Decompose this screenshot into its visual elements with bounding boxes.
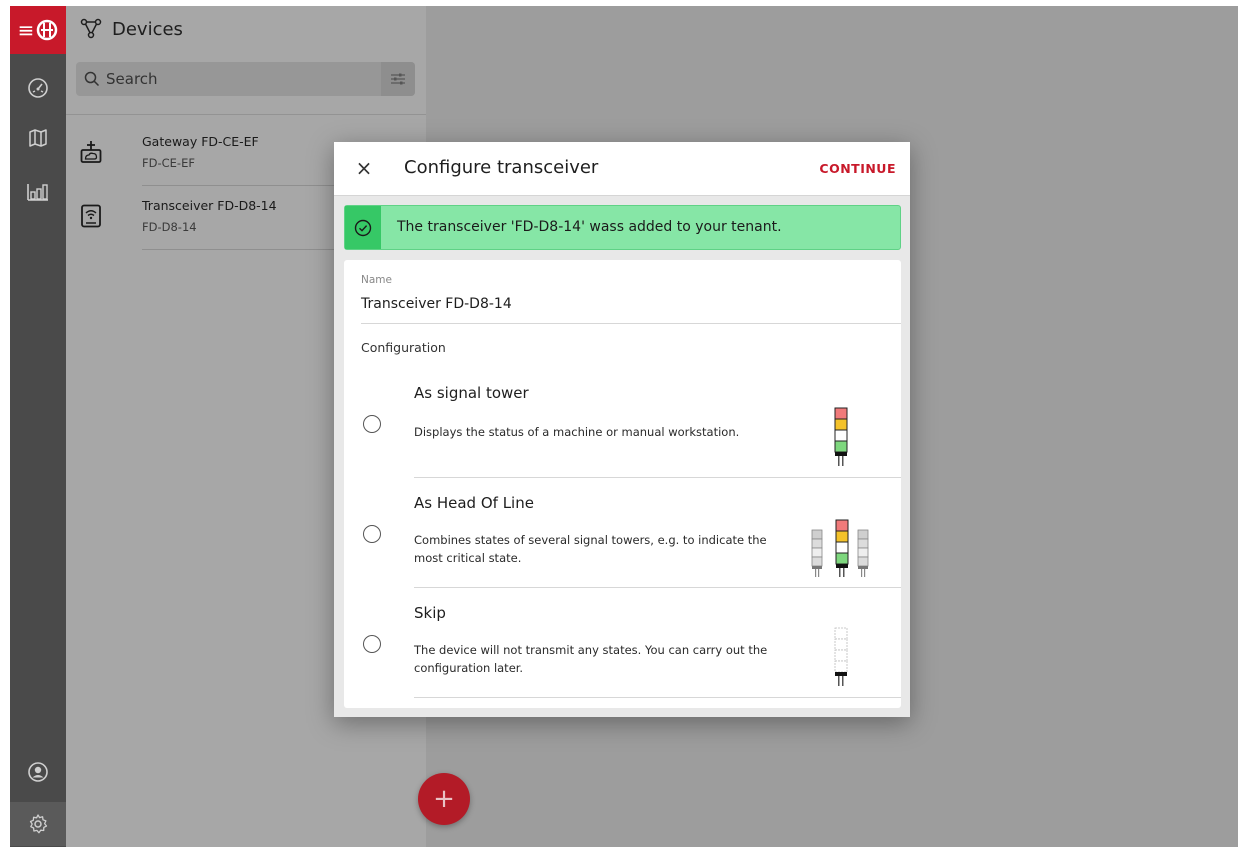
device-id: FD-CE-EF <box>142 156 195 170</box>
name-label: Name <box>361 274 392 286</box>
list-divider <box>66 114 426 115</box>
nav-settings[interactable] <box>10 802 66 846</box>
filter-button[interactable] <box>381 62 415 96</box>
map-icon <box>29 129 47 147</box>
option-title: Skip <box>414 604 446 622</box>
device-name: Gateway FD-CE-EF <box>142 134 259 149</box>
nav-account[interactable] <box>10 750 66 794</box>
option-skip[interactable]: Skip The device will not transmit any st… <box>344 588 901 698</box>
settings-gear-icon <box>29 814 48 834</box>
signal-tower-icon <box>834 407 848 466</box>
devices-network-icon <box>80 18 102 39</box>
option-desc: The device will not transmit any states.… <box>414 643 768 675</box>
radio-signal-tower[interactable] <box>363 415 381 433</box>
add-device-button[interactable]: + <box>418 773 470 825</box>
search-icon <box>84 71 100 87</box>
name-field[interactable]: Transceiver FD-D8-14 <box>361 296 512 312</box>
nav-map[interactable] <box>10 116 66 160</box>
search-field[interactable]: Search <box>76 62 415 96</box>
dialog-header: × Configure transceiver CONTINUE <box>334 142 910 196</box>
option-desc: Displays the status of a machine or manu… <box>414 425 740 439</box>
option-title: As signal tower <box>414 384 529 402</box>
radio-head-of-line[interactable] <box>363 525 381 543</box>
radio-skip[interactable] <box>363 635 381 653</box>
option-signal-tower[interactable]: As signal tower Displays the status of a… <box>344 368 901 478</box>
dialog-title: Configure transceiver <box>404 157 599 178</box>
config-card: Name Transceiver FD-D8-14 Configuration … <box>344 260 901 708</box>
brand-logo-icon <box>37 19 58 41</box>
configuration-label: Configuration <box>361 340 446 355</box>
head-of-line-towers-icon <box>811 519 869 577</box>
search-placeholder: Search <box>106 70 158 88</box>
alert-text: The transceiver 'FD-D8-14' wass added to… <box>397 219 782 235</box>
configure-transceiver-dialog: × Configure transceiver CONTINUE The tra… <box>334 142 910 717</box>
nav-rail: ≡ <box>10 6 66 847</box>
close-icon[interactable]: × <box>352 156 376 180</box>
name-underline <box>361 323 901 324</box>
dashboard-gauge-icon <box>28 78 48 98</box>
option-divider <box>414 697 901 698</box>
success-alert: The transceiver 'FD-D8-14' wass added to… <box>344 205 901 250</box>
option-head-of-line[interactable]: As Head Of Line Combines states of sever… <box>344 478 901 588</box>
statistics-icon <box>27 184 48 201</box>
transceiver-icon <box>81 204 101 228</box>
nav-dashboard[interactable] <box>10 66 66 110</box>
option-desc: Combines states of several signal towers… <box>414 533 767 565</box>
option-title: As Head Of Line <box>414 494 534 512</box>
filter-sliders-icon <box>391 73 405 85</box>
alert-icon-box <box>345 206 381 249</box>
menu-logo-button[interactable]: ≡ <box>10 6 66 54</box>
panel-title: Devices <box>112 18 183 40</box>
device-id: FD-D8-14 <box>142 220 197 234</box>
nav-statistics[interactable] <box>10 170 66 214</box>
device-name: Transceiver FD-D8-14 <box>142 198 277 213</box>
empty-tower-icon <box>834 627 848 686</box>
check-circle-icon <box>354 219 372 236</box>
gateway-icon <box>80 141 102 163</box>
panel-header: Devices <box>80 18 183 40</box>
continue-button[interactable]: CONTINUE <box>819 161 896 176</box>
account-icon <box>28 762 48 782</box>
menu-icon: ≡ <box>17 18 35 42</box>
app-frame: ≡ Devices Search Gateway FD-CE-EF FD-CE-… <box>10 6 1238 847</box>
